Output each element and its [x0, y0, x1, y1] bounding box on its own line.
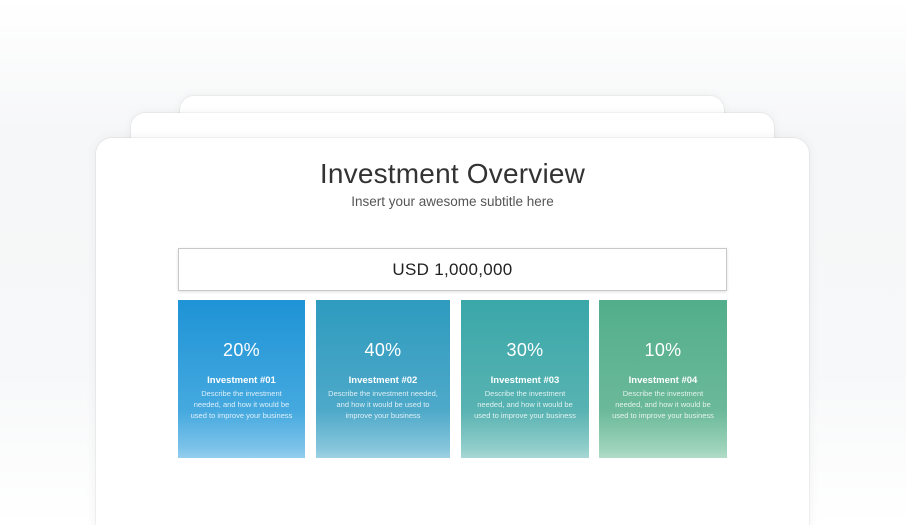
investment-card-04: 10% Investment #04 Describe the investme…: [599, 300, 727, 458]
investment-card-03: 30% Investment #03 Describe the investme…: [461, 300, 589, 458]
slide-title: Investment Overview: [319, 158, 586, 189]
investment-description: Describe the investment needed, and how …: [328, 389, 438, 420]
investment-card-02: 40% Investment #02 Describe the investme…: [316, 300, 450, 458]
slide-subtitle: Insert your awesome subtitle here: [351, 194, 554, 209]
investment-name: Investment #02: [348, 375, 418, 386]
investment-name: Investment #03: [490, 375, 560, 386]
investment-name: Investment #04: [628, 375, 698, 386]
investment-percent: 40%: [364, 340, 402, 360]
investment-card-01: 20% Investment #01 Describe the investme…: [178, 300, 305, 458]
investment-overview-slide: Investment Overview Insert your awesome …: [96, 138, 809, 525]
total-investment-amount: USD 1,000,000: [392, 259, 513, 279]
investment-percent: 20%: [223, 340, 260, 360]
investment-description: Describe the investment needed, and how …: [474, 389, 576, 420]
investment-percent: 10%: [644, 340, 682, 360]
investment-name: Investment #01: [207, 375, 276, 386]
total-investment-box: USD 1,000,000: [178, 248, 727, 291]
investment-description: Describe the investment needed, and how …: [612, 389, 714, 420]
slide-preview-stage: Investment Overview Insert your awesome …: [0, 0, 906, 525]
investment-description: Describe the investment needed, and how …: [190, 389, 293, 420]
investment-percent: 30%: [506, 340, 544, 360]
